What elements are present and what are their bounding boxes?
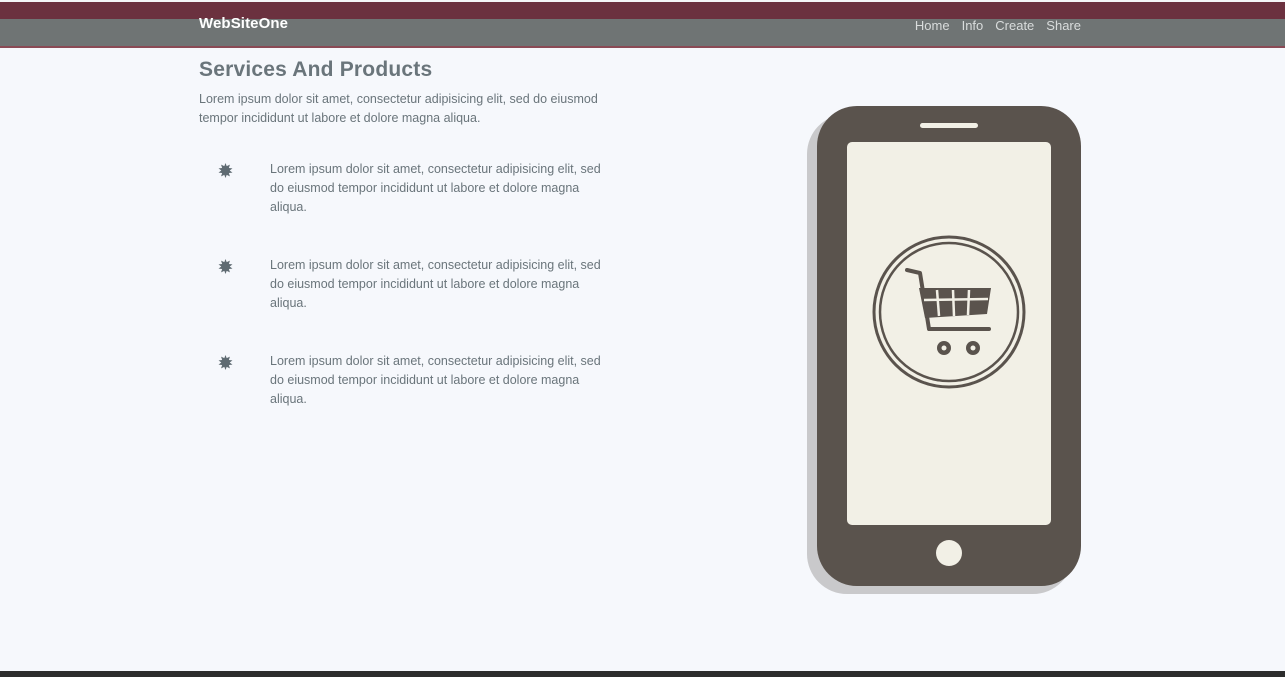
services-section: Services And Products Lorem ipsum dolor …: [199, 58, 629, 128]
feature-text: Lorem ipsum dolor sit amet, consectetur …: [270, 162, 601, 214]
nav-link-share[interactable]: Share: [1046, 18, 1081, 33]
nav-links: Home Info Create Share: [915, 18, 1081, 33]
feature-item: Lorem ipsum dolor sit amet, consectetur …: [199, 256, 619, 352]
phone-speaker: [920, 123, 978, 128]
nav-link-home[interactable]: Home: [915, 18, 950, 33]
feature-item: Lorem ipsum dolor sit amet, consectetur …: [199, 352, 619, 448]
nav-link-info[interactable]: Info: [962, 18, 984, 33]
smartphone-illustration: [805, 106, 1085, 596]
brand-logo[interactable]: WebSiteOne: [199, 15, 288, 32]
intro-paragraph: Lorem ipsum dolor sit amet, consectetur …: [199, 92, 598, 125]
feature-item: Lorem ipsum dolor sit amet, consectetur …: [199, 160, 619, 256]
feature-text: Lorem ipsum dolor sit amet, consectetur …: [270, 354, 601, 406]
feature-text: Lorem ipsum dolor sit amet, consectetur …: [270, 258, 601, 310]
burst-bullet-icon: [218, 259, 233, 274]
phone-home-button-icon: [936, 540, 962, 566]
footer-bar: [0, 671, 1285, 677]
nav-link-create[interactable]: Create: [995, 18, 1034, 33]
top-accent-stripe: [0, 0, 1285, 19]
feature-list: Lorem ipsum dolor sit amet, consectetur …: [199, 160, 619, 448]
burst-bullet-icon: [218, 163, 233, 178]
page-title: Services And Products: [199, 58, 433, 81]
navbar: WebSiteOne Home Info Create Share: [0, 15, 1285, 48]
burst-bullet-icon: [218, 355, 233, 370]
smartphone-icon: [807, 106, 1081, 594]
